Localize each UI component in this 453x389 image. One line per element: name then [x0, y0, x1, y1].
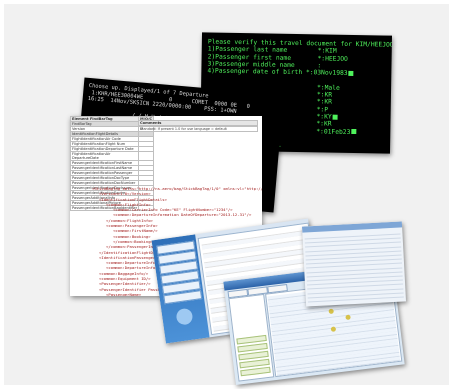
table-cell-element: PassengerIdentificationDocNumber: [70, 180, 140, 186]
plane-icon: [175, 307, 194, 326]
cursor-block: [351, 129, 357, 135]
table-cell-element: FlightIdentificationAir DepartureDate: [70, 151, 140, 161]
table-cell-element: FlightIdentificationDeparture Date: [70, 146, 140, 152]
table-cell-moc: [138, 151, 155, 161]
comments-column: Comments Standard: If present 1.0 for us…: [138, 120, 258, 150]
table-cell-element: PassengerIdentificationDocType: [70, 175, 140, 181]
table-cell-element: PassengerIdentificationFirstName: [70, 160, 140, 166]
table-cell-element: PassengerIdentificationPassenger: [70, 170, 140, 176]
terminal-line: 4)Passenger date of birth *:03Nov1983: [207, 68, 354, 78]
action-button[interactable]: [240, 366, 271, 377]
background-frame: Please verify this travel document for K…: [4, 4, 449, 385]
comment-version: Standard: If present 1.0 for use languag…: [138, 126, 258, 132]
cursor-block: [348, 70, 354, 76]
bag-list-window: [301, 221, 407, 307]
table-row: FlightIdentificationAir DepartureDate: [70, 151, 155, 161]
cursor-block: [332, 114, 338, 120]
table-cell-element: PassengerIdentificationLastName: [70, 165, 140, 171]
terminal-verify-lines: Please verify this travel document for K…: [202, 32, 392, 148]
xml-line: <common:DepartureInformation DateOfDepar…: [92, 212, 252, 218]
